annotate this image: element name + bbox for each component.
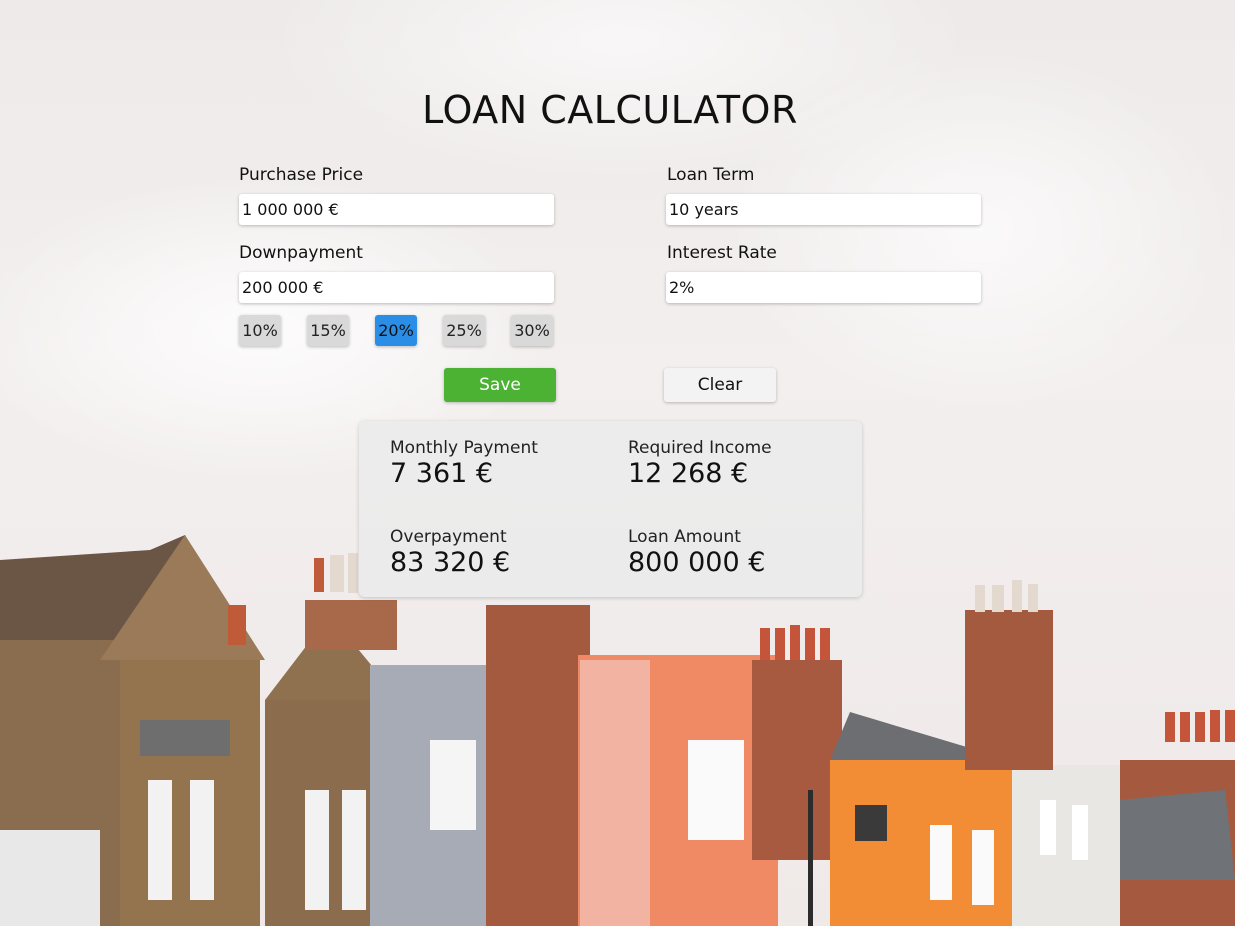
- downpayment-label: Downpayment: [239, 243, 363, 263]
- results-panel: Monthly Payment 7 361 € Required Income …: [359, 421, 862, 597]
- interest-rate-label: Interest Rate: [667, 243, 777, 263]
- required-income-label: Required Income: [628, 438, 772, 458]
- loan-amount-value: 800 000 €: [628, 547, 766, 578]
- overpayment-value: 83 320 €: [390, 547, 511, 578]
- purchase-price-label: Purchase Price: [239, 165, 364, 185]
- downpayment-option-25[interactable]: 25%: [443, 315, 485, 346]
- overpayment-label: Overpayment: [390, 527, 507, 547]
- loan-term-label: Loan Term: [667, 165, 755, 185]
- monthly-payment-value: 7 361 €: [390, 458, 494, 489]
- save-button[interactable]: Save: [444, 368, 556, 402]
- calculator-page: LOAN CALCULATOR Purchase Price Loan Term…: [0, 0, 1235, 926]
- loan-term-input[interactable]: [666, 194, 981, 225]
- downpayment-input[interactable]: [239, 272, 554, 303]
- downpayment-option-30[interactable]: 30%: [511, 315, 553, 346]
- interest-rate-input[interactable]: [666, 272, 981, 303]
- downpayment-option-10[interactable]: 10%: [239, 315, 281, 346]
- monthly-payment-label: Monthly Payment: [390, 438, 538, 458]
- clear-button[interactable]: Clear: [664, 368, 776, 402]
- required-income-value: 12 268 €: [628, 458, 749, 489]
- purchase-price-input[interactable]: [239, 194, 554, 225]
- page-title: LOAN CALCULATOR: [422, 88, 798, 132]
- downpayment-option-20[interactable]: 20%: [375, 315, 417, 346]
- downpayment-option-15[interactable]: 15%: [307, 315, 349, 346]
- loan-amount-label: Loan Amount: [628, 527, 741, 547]
